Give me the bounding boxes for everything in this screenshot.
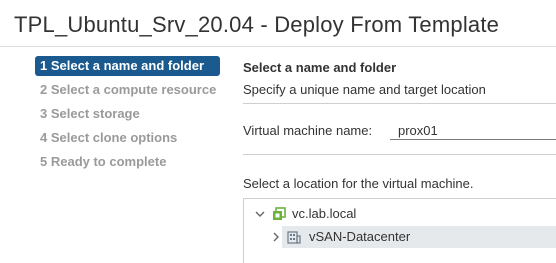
chevron-down-icon[interactable] (254, 208, 266, 220)
tree-node-vcenter[interactable]: vc.lab.local (244, 203, 556, 225)
chevron-right-icon[interactable] (270, 231, 282, 243)
step-content-header: Select a name and folder Specify a uniqu… (243, 60, 556, 97)
title-divider (0, 46, 556, 47)
step-select-name-folder[interactable]: 1 Select a name and folder (35, 56, 220, 76)
location-tree: vc.lab.local vSAN-Datacenter (243, 198, 556, 263)
step-select-compute-resource[interactable]: 2 Select a compute resource (35, 80, 225, 100)
step-select-storage[interactable]: 3 Select storage (35, 104, 225, 124)
tree-node-label: vc.lab.local (292, 206, 357, 221)
tree-node-label: vSAN-Datacenter (309, 229, 411, 244)
wizard-steps: 1 Select a name and folder 2 Select a co… (35, 56, 225, 176)
vcenter-icon (273, 207, 286, 220)
vm-name-row: Virtual machine name: (243, 122, 556, 142)
section-title: Select a name and folder (243, 60, 397, 75)
dialog-title: TPL_Ubuntu_Srv_20.04 - Deploy From Templ… (14, 12, 500, 37)
step-ready-to-complete[interactable]: 5 Ready to complete (35, 152, 225, 172)
location-label: Select a location for the virtual machin… (243, 176, 474, 191)
section-description: Specify a unique name and target locatio… (243, 82, 486, 97)
tree-node-datacenter[interactable]: vSAN-Datacenter (273, 226, 556, 248)
step-select-clone-options[interactable]: 4 Select clone options (35, 128, 225, 148)
vm-name-input[interactable] (390, 122, 556, 140)
section-divider (243, 103, 556, 104)
vm-name-label: Virtual machine name: (243, 123, 373, 138)
field-divider (243, 154, 556, 155)
datacenter-icon (287, 231, 301, 244)
